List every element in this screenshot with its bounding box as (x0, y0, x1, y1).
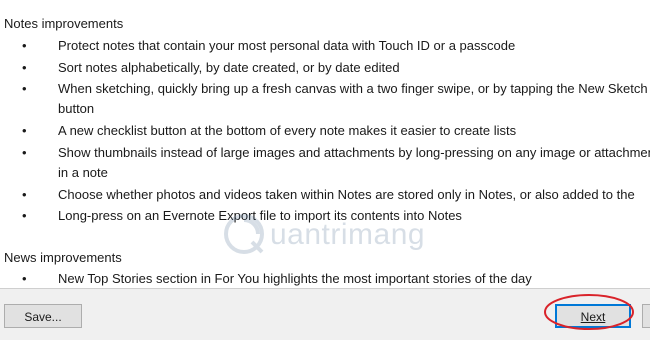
list-item-continuation: button (58, 101, 95, 116)
bullet: • (22, 123, 27, 138)
next-button[interactable]: Next (555, 304, 631, 328)
list-item: When sketching, quickly bring up a fresh… (58, 81, 648, 96)
bullet: • (22, 38, 27, 53)
list-item: A new checklist button at the bottom of … (58, 123, 517, 138)
partial-button[interactable] (642, 304, 650, 328)
bullet: • (22, 208, 27, 223)
release-notes-window: Notes improvements • Protect notes that … (0, 0, 650, 340)
news-section-title: News improvements (4, 250, 122, 265)
notes-section-title: Notes improvements (4, 16, 124, 31)
release-notes-text-area[interactable]: Notes improvements • Protect notes that … (0, 0, 650, 289)
save-button-label: Save... (24, 310, 62, 324)
list-item-continuation: in a note (58, 165, 108, 180)
bullet: • (22, 60, 27, 75)
button-bar: Save... Next (0, 289, 650, 340)
list-item: Protect notes that contain your most per… (58, 38, 516, 53)
list-item: Long-press on an Evernote Export file to… (58, 208, 462, 223)
list-item: New Top Stories section in For You highl… (58, 271, 532, 286)
next-button-label: Next (580, 310, 606, 324)
list-item: Sort notes alphabetically, by date creat… (58, 60, 400, 75)
list-item: Show thumbnails instead of large images … (58, 145, 650, 160)
bullet: • (22, 145, 27, 160)
save-button[interactable]: Save... (4, 304, 82, 328)
bullet: • (22, 81, 27, 96)
bullet: • (22, 187, 27, 202)
list-item: Choose whether photos and videos taken w… (58, 187, 635, 202)
bullet: • (22, 271, 27, 286)
